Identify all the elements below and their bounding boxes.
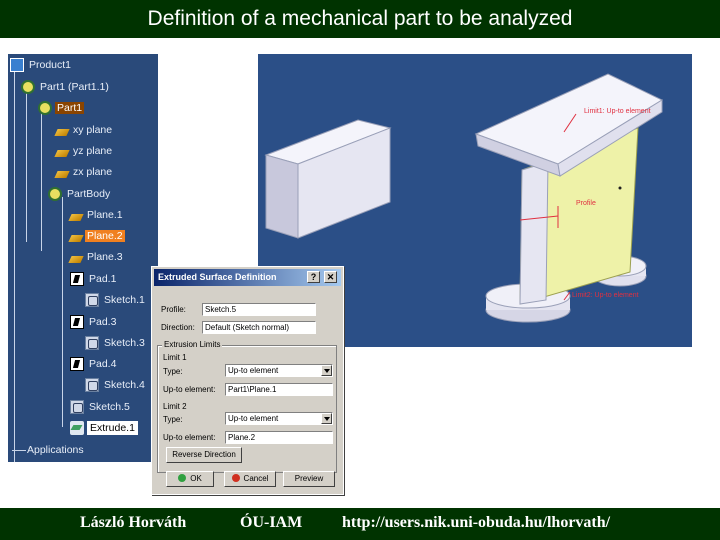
tree-node-pad-1[interactable]: Pad.1 bbox=[70, 270, 118, 288]
limit2-element-field[interactable]: Plane.2 bbox=[225, 431, 333, 444]
extrude-icon bbox=[70, 421, 84, 435]
preview-button[interactable]: Preview bbox=[283, 471, 335, 487]
limit2-element-label: Up-to element: bbox=[163, 433, 216, 442]
tree-node-sketch-3[interactable]: Sketch.3 bbox=[85, 334, 147, 352]
tree-node-label: Sketch.5 bbox=[89, 401, 130, 413]
limit1-type-select[interactable]: Up-to element bbox=[225, 364, 333, 377]
limit1-type-label: Type: bbox=[163, 367, 183, 376]
direction-field[interactable]: Default (Sketch normal) bbox=[202, 321, 316, 334]
plane-icon bbox=[68, 213, 84, 221]
sketch-icon bbox=[85, 378, 99, 392]
part-icon bbox=[21, 80, 35, 94]
tree-node-xy-plane[interactable]: xy plane bbox=[54, 121, 114, 139]
tree-node-part1[interactable]: Part1 bbox=[38, 99, 85, 117]
tree-node-label: Sketch.3 bbox=[104, 337, 145, 349]
tree-node-label: xy plane bbox=[73, 124, 113, 136]
tree-node-label: Pad.3 bbox=[89, 316, 117, 328]
ok-button[interactable]: OK bbox=[166, 471, 214, 487]
ok-icon bbox=[178, 474, 187, 482]
pad-icon bbox=[70, 272, 84, 286]
product-icon bbox=[10, 58, 24, 72]
tree-node-applications[interactable]: Applications bbox=[12, 441, 86, 459]
limit1-label: Limit1: Up-to element bbox=[584, 108, 651, 115]
specification-tree[interactable]: Product1 Part1 (Part1.1) Part1 xy plane … bbox=[8, 54, 158, 462]
tree-node-partbody[interactable]: PartBody bbox=[48, 185, 112, 203]
tree-node-plane-1[interactable]: Plane.1 bbox=[68, 206, 125, 224]
cancel-button[interactable]: Cancel bbox=[224, 471, 276, 487]
tree-node-label: Part1 (Part1.1) bbox=[40, 81, 109, 93]
pad-icon bbox=[70, 315, 84, 329]
slide-footer: László Horváth ÓU-IAM http://users.nik.u… bbox=[0, 508, 720, 540]
plane-icon bbox=[54, 149, 70, 157]
tree-node-zx-plane[interactable]: zx plane bbox=[54, 163, 114, 181]
left-block-side bbox=[265, 154, 299, 239]
profile-label: Profile: bbox=[161, 305, 186, 314]
tree-node-label: yz plane bbox=[73, 145, 113, 157]
tree-node-label: zx plane bbox=[73, 166, 113, 178]
sketch-icon bbox=[85, 336, 99, 350]
tree-node-pad-4[interactable]: Pad.4 bbox=[70, 355, 118, 373]
plane-icon bbox=[68, 255, 84, 263]
tree-node-extrude-1[interactable]: Extrude.1 bbox=[70, 419, 138, 437]
tree-node-plane-3[interactable]: Plane.3 bbox=[68, 248, 125, 266]
tree-node-label: Part1 bbox=[55, 102, 85, 114]
limit2-type-select[interactable]: Up-to element bbox=[225, 412, 333, 425]
tree-node-label: Sketch.4 bbox=[104, 379, 145, 391]
plane-icon bbox=[54, 170, 70, 178]
tree-node-label: Extrude.1 bbox=[87, 421, 138, 435]
tree-node-label: Sketch.1 bbox=[104, 294, 145, 306]
gear-icon bbox=[38, 101, 52, 115]
limit1-element-field[interactable]: Part1\Plane.1 bbox=[225, 383, 333, 396]
tree-node-pad-3[interactable]: Pad.3 bbox=[70, 313, 118, 331]
limit2-label: Limit 2 bbox=[163, 402, 187, 411]
tree-node-plane-2[interactable]: Plane.2 bbox=[68, 227, 125, 245]
chevron-down-icon[interactable] bbox=[321, 365, 332, 376]
tree-node-sketch-1[interactable]: Sketch.1 bbox=[85, 291, 147, 309]
cancel-icon bbox=[231, 474, 240, 482]
applications-icon bbox=[12, 449, 22, 451]
limit1-label: Limit 1 bbox=[163, 353, 187, 362]
chevron-down-icon[interactable] bbox=[321, 413, 332, 424]
limit2-type-value: Up-to element bbox=[228, 414, 279, 423]
profile-label: Profile bbox=[576, 200, 596, 207]
upright-body bbox=[519, 161, 549, 305]
extrusion-limits-label: Extrusion Limits bbox=[162, 340, 223, 349]
reverse-direction-button[interactable]: Reverse Direction bbox=[166, 447, 242, 463]
sketch-icon bbox=[85, 293, 99, 307]
tree-node-label: Pad.1 bbox=[89, 273, 117, 285]
cancel-label: Cancel bbox=[243, 474, 269, 483]
footer-author: László Horváth bbox=[80, 514, 187, 531]
gear-icon bbox=[48, 187, 62, 201]
tree-node-label: Plane.3 bbox=[87, 251, 123, 263]
extruded-surface-dialog[interactable]: Extruded Surface Definition ? ✕ Profile:… bbox=[151, 266, 344, 495]
plane-icon bbox=[68, 234, 84, 242]
slide-title: Definition of a mechanical part to be an… bbox=[0, 0, 720, 38]
footer-institution: ÓU-IAM bbox=[240, 514, 303, 531]
sketch-icon bbox=[70, 400, 84, 414]
pad-icon bbox=[70, 357, 84, 371]
tree-node-product1[interactable]: Product1 bbox=[10, 56, 73, 74]
tree-node-label: Applications bbox=[27, 444, 84, 456]
limit1-element-label: Up-to element: bbox=[163, 385, 216, 394]
tree-node-label: Product1 bbox=[29, 59, 72, 71]
limit2-type-label: Type: bbox=[163, 415, 183, 424]
tree-node-label: Plane.1 bbox=[87, 209, 123, 221]
direction-label: Direction: bbox=[161, 323, 195, 332]
tree-node-part1-instance[interactable]: Part1 (Part1.1) bbox=[21, 78, 111, 96]
limit2-label: Limit2: Up-to element bbox=[572, 292, 639, 299]
tree-node-label: PartBody bbox=[67, 188, 111, 200]
tree-node-label: Plane.2 bbox=[85, 230, 125, 242]
tree-node-label: Pad.4 bbox=[89, 358, 117, 370]
limit1-type-value: Up-to element bbox=[228, 366, 279, 375]
profile-field[interactable]: Sketch.5 bbox=[202, 303, 316, 316]
ok-label: OK bbox=[190, 474, 202, 483]
tree-node-sketch-4[interactable]: Sketch.4 bbox=[85, 376, 147, 394]
tree-node-sketch-5[interactable]: Sketch.5 bbox=[70, 398, 132, 416]
tree-node-yz-plane[interactable]: yz plane bbox=[54, 142, 114, 160]
plane-icon bbox=[54, 128, 70, 136]
help-button[interactable]: ? bbox=[307, 271, 320, 283]
footer-url[interactable]: http://users.nik.uni-obuda.hu/lhorvath/ bbox=[342, 514, 610, 532]
close-button[interactable]: ✕ bbox=[324, 271, 337, 283]
